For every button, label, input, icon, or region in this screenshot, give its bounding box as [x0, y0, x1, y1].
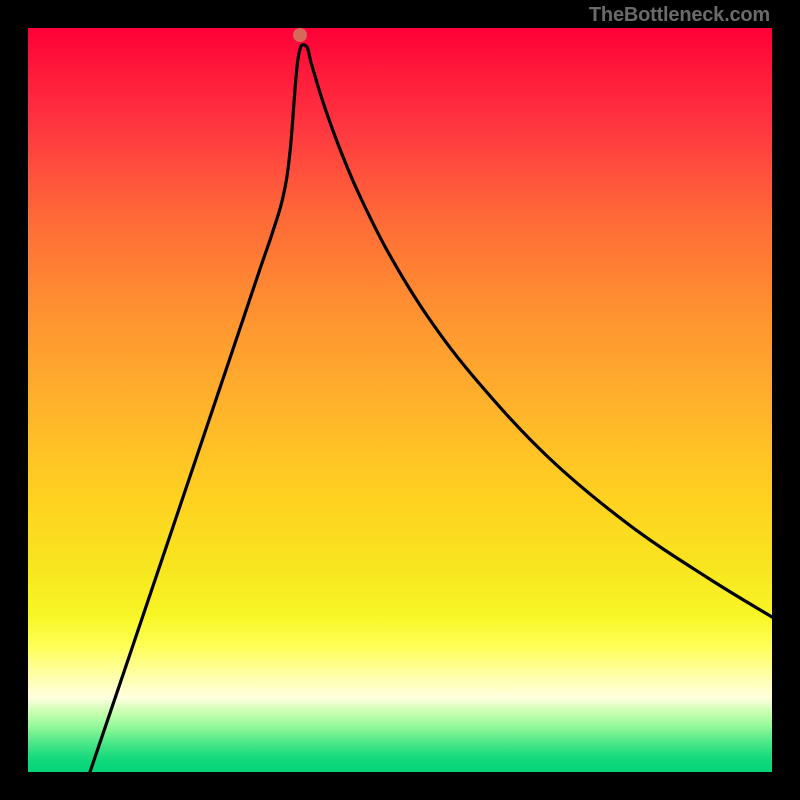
curve-line — [90, 45, 772, 772]
watermark-label: TheBottleneck.com — [589, 4, 770, 27]
marker-dot — [293, 28, 307, 42]
chart-frame: TheBottleneck.com — [0, 0, 800, 800]
plot-area — [28, 28, 772, 772]
chart-svg — [28, 28, 772, 772]
